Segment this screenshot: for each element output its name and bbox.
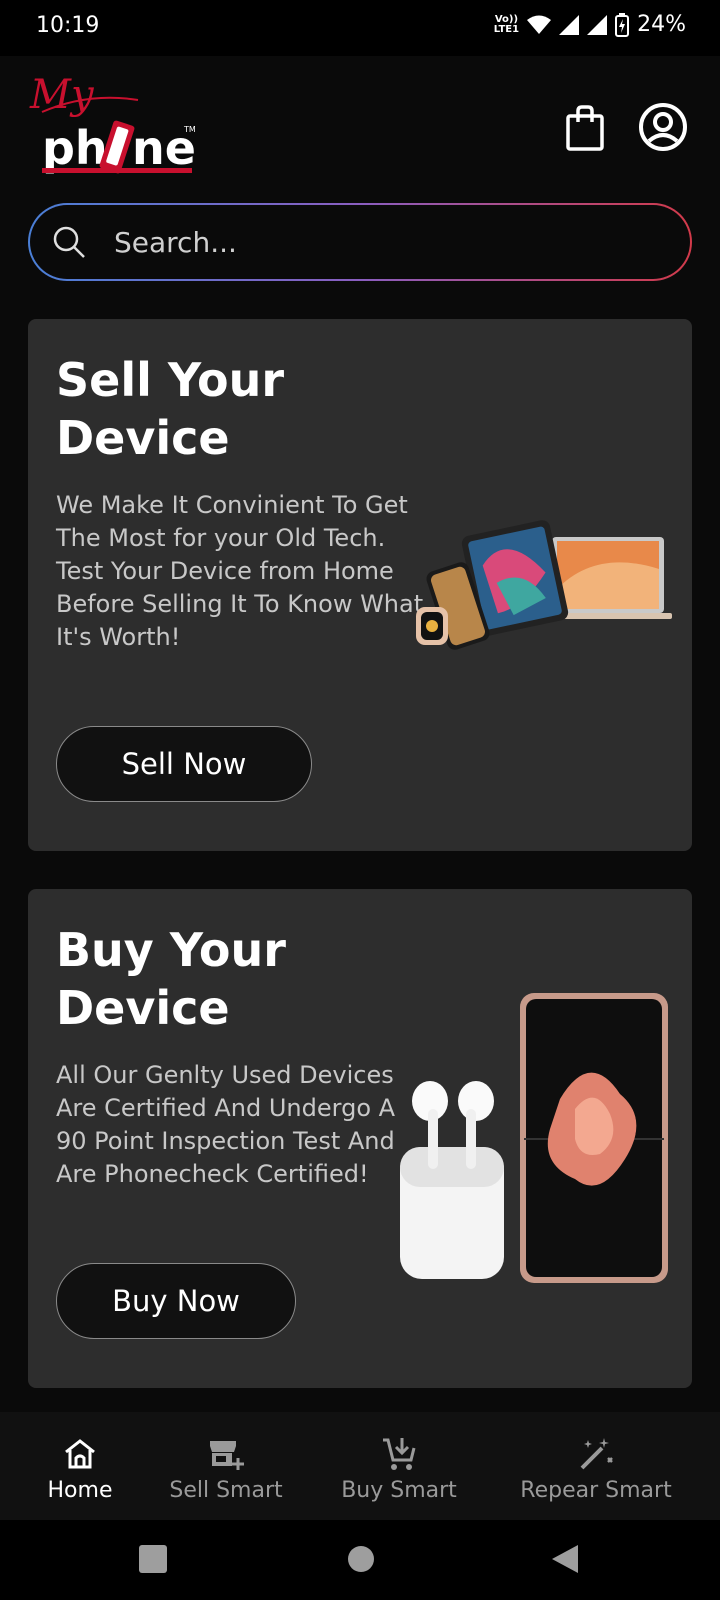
airpods-and-phone-image <box>400 993 668 1283</box>
sell-card-title-line1: Sell Your <box>56 353 285 407</box>
svg-text:ph: ph <box>42 121 108 175</box>
buy-card-description: All Our Genlty Used Devices Are Certifie… <box>56 1061 396 1188</box>
nav-buy-smart-label: Buy Smart <box>341 1478 457 1503</box>
nav-repear-smart[interactable]: Repear Smart <box>508 1412 684 1520</box>
sell-card-title: Sell Your Device <box>56 351 376 467</box>
nav-home-label: Home <box>47 1478 113 1503</box>
status-time: 10:19 <box>36 13 100 38</box>
devices-image <box>416 520 672 650</box>
sell-card-description: We Make It Convinient To Get The Most fo… <box>56 491 424 651</box>
sell-card-title-line2: Device <box>56 411 230 465</box>
bottom-navigation: Home Sell Smart Buy Smart Repear Smart <box>0 1412 720 1520</box>
nav-repear-smart-label: Repear Smart <box>520 1478 672 1503</box>
buy-card-title-line2: Device <box>56 981 230 1035</box>
buy-now-button[interactable]: Buy Now <box>56 1263 296 1339</box>
signal-2-icon <box>587 14 608 35</box>
search-bar-inner <box>30 205 690 279</box>
system-navigation-bar <box>0 1520 720 1600</box>
battery-charging-icon <box>615 12 630 37</box>
buy-device-card: Buy Your Device All Our Genlty Used Devi… <box>28 889 692 1388</box>
store-plus-icon <box>210 1441 244 1470</box>
search-bar[interactable] <box>28 203 692 281</box>
signal-icon <box>559 14 580 35</box>
nav-sell-smart-label: Sell Smart <box>169 1478 283 1503</box>
status-bar: 10:19 Vo)) LTE1 24% <box>0 0 720 56</box>
search-icon <box>53 226 85 258</box>
buy-card-title-line1: Buy Your <box>56 923 286 977</box>
status-icons: Vo)) LTE1 24% <box>494 12 686 37</box>
sell-now-button[interactable]: Sell Now <box>56 726 312 802</box>
magic-wand-icon <box>580 1438 613 1470</box>
app-logo[interactable]: My ph ne TM <box>28 72 200 184</box>
shopping-bag-icon <box>566 105 604 151</box>
shopping-bag-button[interactable] <box>565 104 605 152</box>
profile-button[interactable] <box>638 102 688 152</box>
logo-image: My ph ne TM <box>29 72 196 175</box>
svg-text:TM: TM <box>183 125 196 134</box>
nav-buy-smart[interactable]: Buy Smart <box>330 1412 468 1520</box>
buy-card-title: Buy Your Device <box>56 921 376 1037</box>
wifi-icon <box>527 15 552 34</box>
battery-percent: 24% <box>637 12 686 37</box>
search-input[interactable] <box>112 224 636 260</box>
volte-icon: Vo)) LTE1 <box>493 13 520 35</box>
cart-download-icon <box>383 1438 416 1470</box>
svg-text:My: My <box>29 72 95 118</box>
home-circle-icon[interactable] <box>346 1544 376 1574</box>
sell-device-card: Sell Your Device We Make It Convinient T… <box>28 319 692 851</box>
nav-sell-smart[interactable]: Sell Smart <box>160 1412 292 1520</box>
recents-icon[interactable] <box>138 1544 168 1574</box>
back-icon[interactable] <box>550 1544 580 1574</box>
account-circle-icon <box>639 103 687 151</box>
home-icon <box>65 1439 95 1469</box>
nav-home[interactable]: Home <box>40 1412 120 1520</box>
